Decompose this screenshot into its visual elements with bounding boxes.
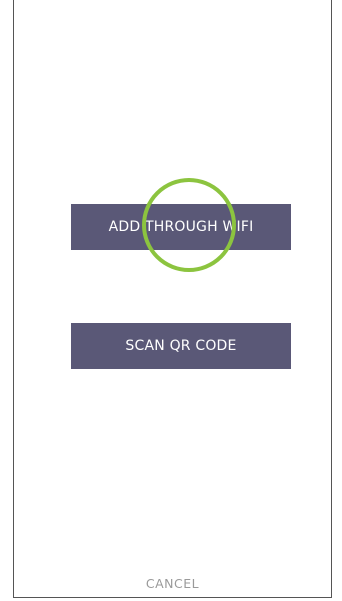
cancel-button[interactable]: CANCEL xyxy=(14,576,331,591)
device-screen: ADD THROUGH WIFI SCAN QR CODE CANCEL xyxy=(13,0,332,598)
add-through-wifi-label: ADD THROUGH WIFI xyxy=(108,219,254,235)
scan-qr-code-label: SCAN QR CODE xyxy=(125,338,237,354)
add-through-wifi-button[interactable]: ADD THROUGH WIFI xyxy=(71,204,291,250)
scan-qr-code-button[interactable]: SCAN QR CODE xyxy=(71,323,291,369)
